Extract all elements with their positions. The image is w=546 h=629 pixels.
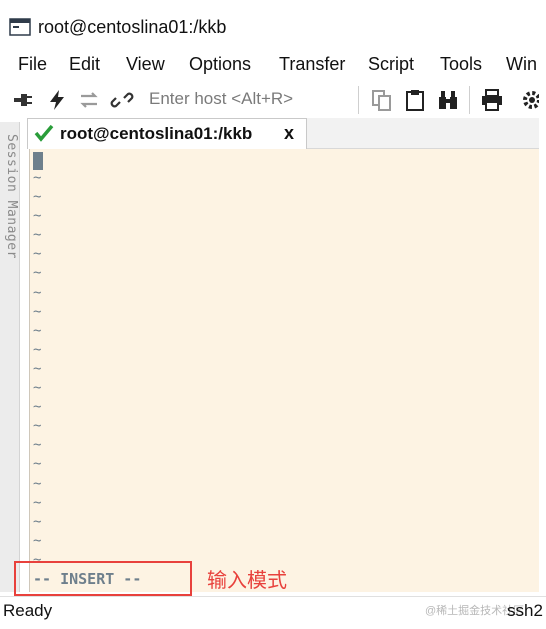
menu-transfer[interactable]: Transfer: [279, 54, 345, 75]
vim-mode-indicator: -- INSERT --: [33, 570, 142, 588]
toolbar-separator: [358, 86, 359, 114]
reconnect-icon[interactable]: [77, 88, 101, 112]
menu-script[interactable]: Script: [368, 54, 414, 75]
status-bar: Ready @稀土掘金技术社区 ssh2: [0, 596, 546, 629]
tilde-line: ~: [33, 189, 42, 206]
toolbar-separator: [469, 86, 470, 114]
tilde-line: ~: [33, 399, 42, 416]
menu-view[interactable]: View: [126, 54, 165, 75]
tilde-line: ~: [33, 532, 42, 549]
menu-tools[interactable]: Tools: [440, 54, 482, 75]
tilde-line: ~: [33, 494, 42, 511]
toolbar: Enter host <Alt+R>: [0, 82, 546, 118]
tilde-line: ~: [33, 456, 42, 473]
print-icon[interactable]: [480, 88, 504, 112]
disconnect-link-icon[interactable]: [110, 88, 134, 112]
terminal-area[interactable]: ~ ~ ~ ~ ~ ~ ~ ~ ~ ~ ~ ~ ~ ~ ~ ~ ~ ~ ~ ~ ~: [29, 149, 540, 592]
tilde-line: ~: [33, 322, 42, 339]
tab-close-button[interactable]: x: [284, 123, 294, 144]
tilde-line: ~: [33, 360, 42, 377]
tilde-line: ~: [33, 380, 42, 397]
tilde-line: ~: [33, 341, 42, 358]
status-ready: Ready: [3, 601, 53, 620]
window-right-edge: [539, 0, 546, 628]
tilde-line: ~: [33, 513, 42, 530]
tilde-line: ~: [33, 475, 42, 492]
tab-bar: root@centoslina01:/kkb x: [27, 118, 546, 149]
title-bar: root@centoslina01:/kkb: [0, 0, 546, 46]
session-manager-label: Session Manager: [4, 134, 19, 259]
menu-bar: File Edit View Options Transfer Script T…: [0, 50, 546, 80]
menu-options[interactable]: Options: [189, 54, 251, 75]
session-tab[interactable]: root@centoslina01:/kkb x: [27, 118, 307, 149]
menu-window[interactable]: Win: [506, 54, 537, 75]
tilde-line: ~: [33, 284, 42, 301]
copy-icon[interactable]: [370, 88, 394, 112]
find-binoculars-icon[interactable]: [436, 88, 460, 112]
connected-check-icon: [34, 124, 54, 142]
tilde-line: ~: [33, 265, 42, 282]
menu-file[interactable]: File: [18, 54, 47, 75]
session-manager-tab[interactable]: Session Manager: [0, 122, 20, 592]
window-title: root@centoslina01:/kkb: [38, 17, 227, 37]
enter-host-input[interactable]: Enter host <Alt+R>: [149, 89, 293, 109]
paste-clipboard-icon[interactable]: [403, 88, 427, 112]
tilde-line: ~: [33, 246, 42, 263]
tilde-line: ~: [33, 418, 42, 435]
tilde-line: ~: [33, 303, 42, 320]
text-cursor: [33, 152, 43, 170]
tilde-line: ~: [33, 170, 42, 186]
menu-edit[interactable]: Edit: [69, 54, 100, 75]
tab-title: root@centoslina01:/kkb: [60, 124, 253, 143]
insert-mode-annotation: 输入模式: [207, 570, 287, 592]
connect-icon[interactable]: [12, 88, 36, 112]
empty-line-markers: ~ ~ ~ ~ ~ ~ ~ ~ ~ ~ ~ ~ ~ ~ ~ ~ ~ ~ ~ ~ ~: [33, 169, 47, 570]
status-protocol: ssh2: [507, 601, 543, 620]
tilde-line: ~: [33, 437, 42, 454]
app-window-icon: [9, 18, 31, 36]
tilde-line: ~: [33, 208, 42, 225]
quick-connect-lightning-icon[interactable]: [45, 88, 69, 112]
tilde-line: ~: [33, 227, 42, 244]
